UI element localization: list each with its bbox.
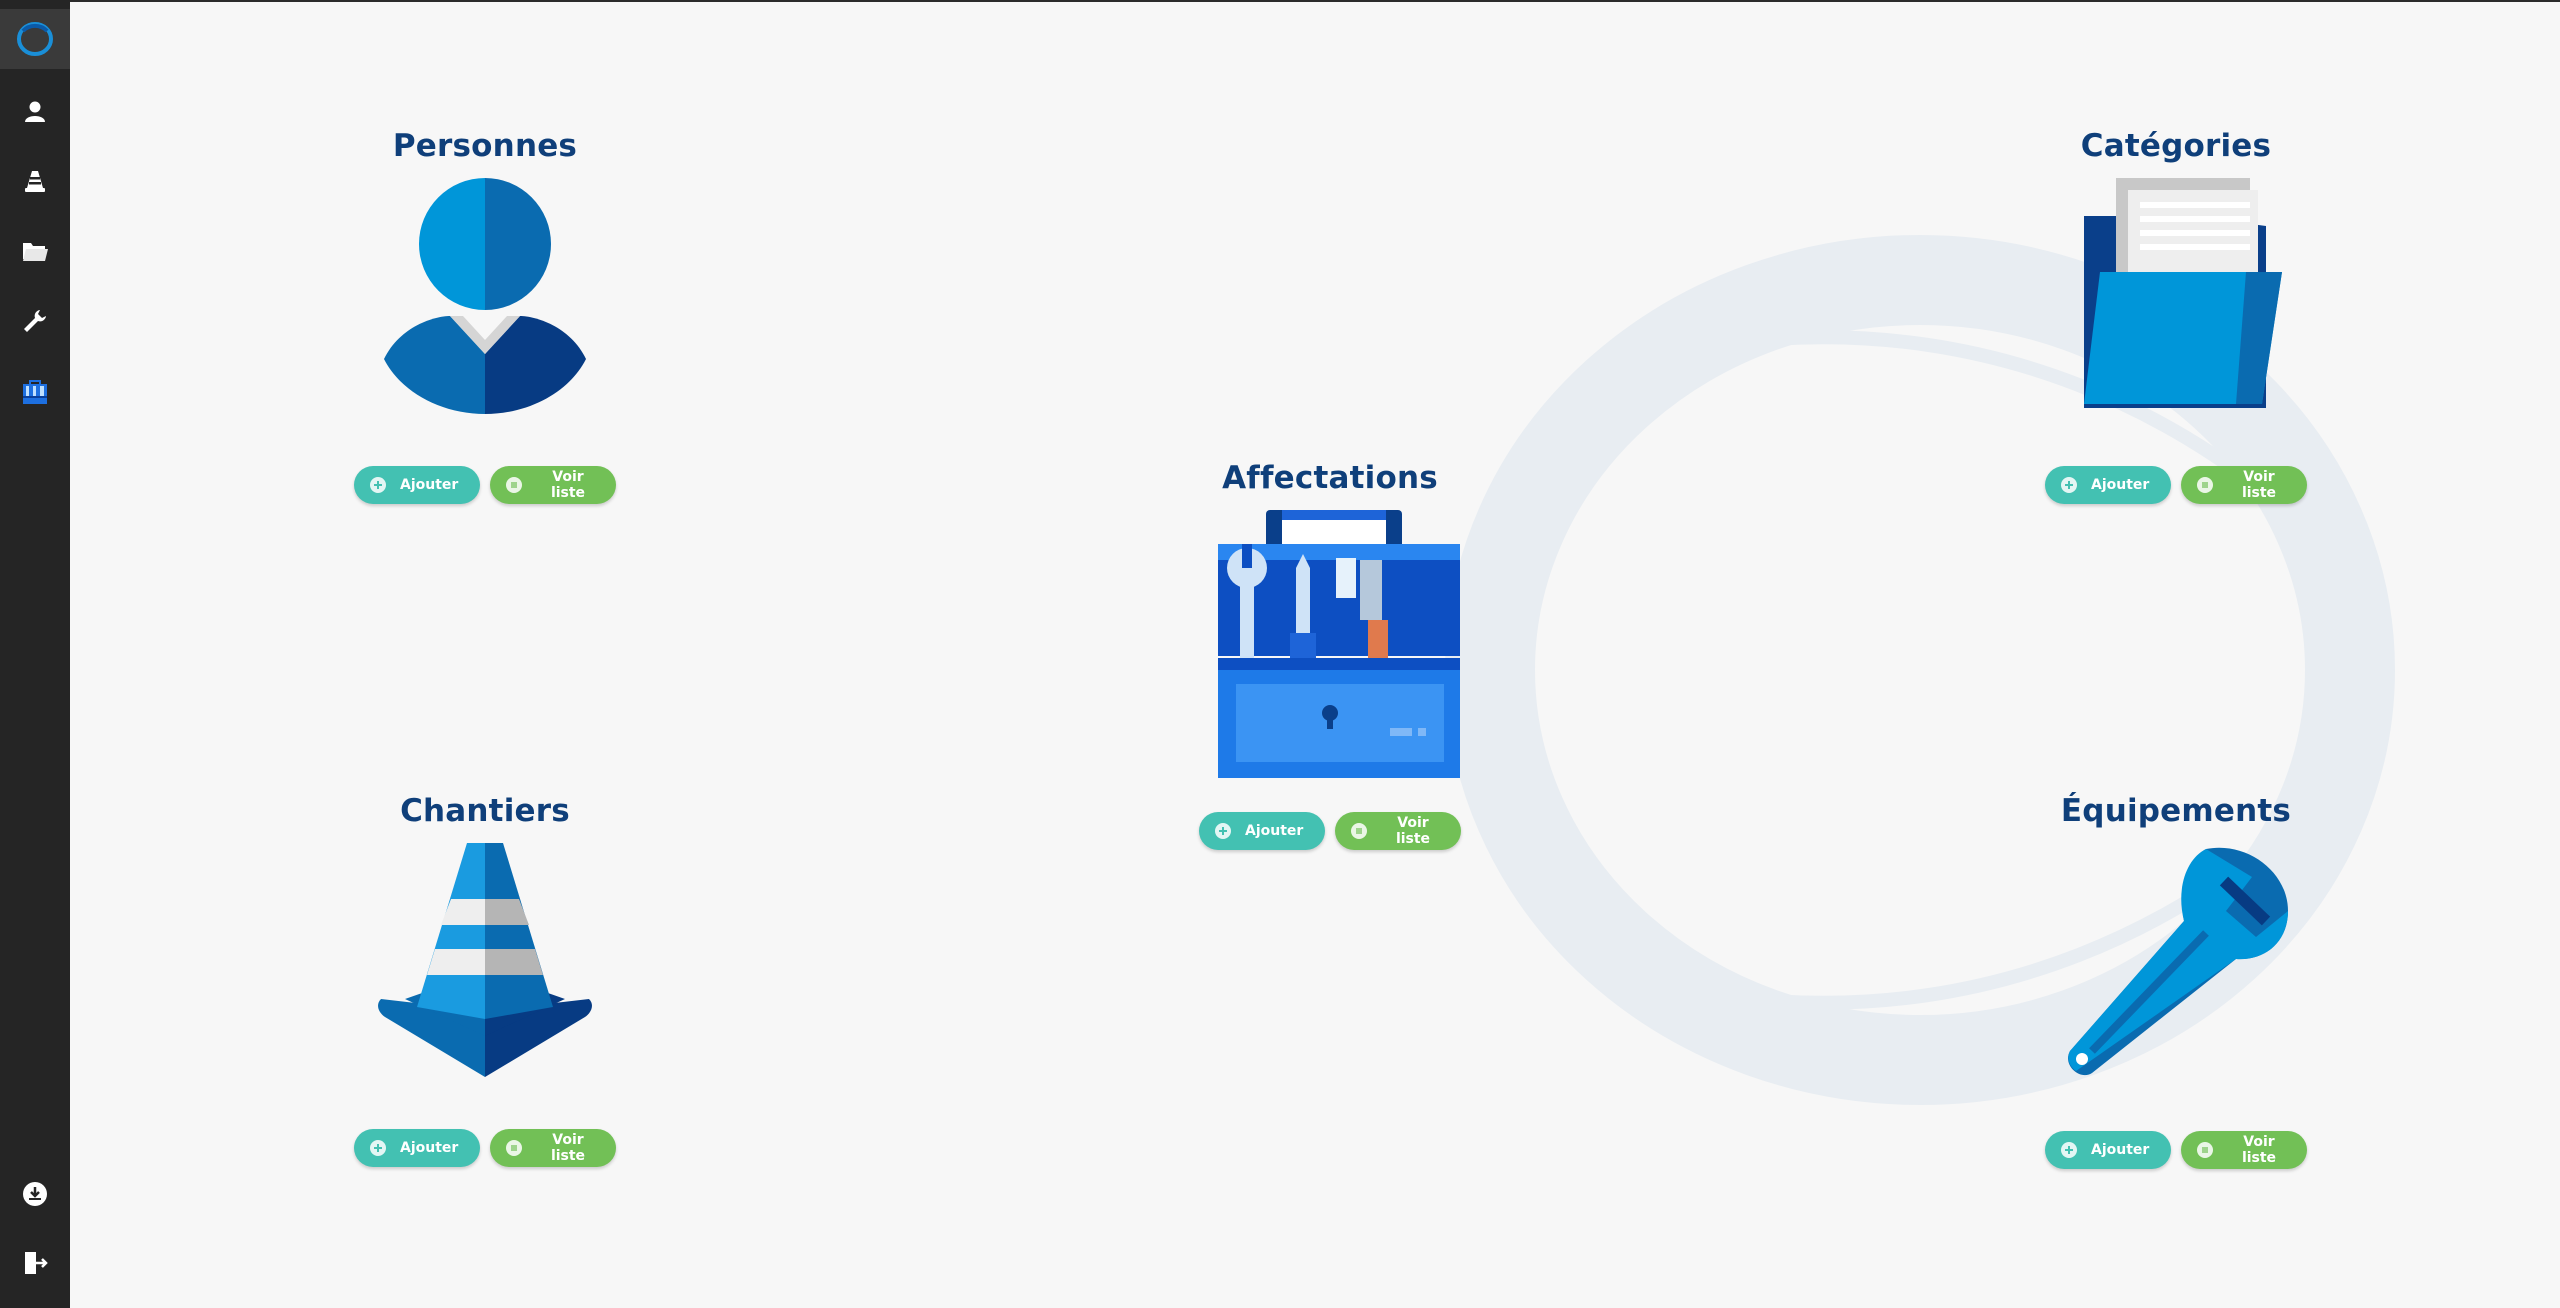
sidebar-item-equipements[interactable] <box>0 291 70 351</box>
download-icon <box>23 1182 47 1206</box>
tile-title-personnes: Personnes <box>392 128 578 164</box>
tile-title-chantiers: Chantiers <box>400 793 570 829</box>
app-logo-icon <box>17 22 53 56</box>
sidebar-item-home[interactable] <box>0 9 70 69</box>
traffic-cone-icon <box>25 171 45 192</box>
list-button-affectations[interactable]: Voir liste <box>1335 812 1461 850</box>
sidebar-item-logout[interactable] <box>0 1233 70 1293</box>
sidebar-item-affectations[interactable] <box>0 363 70 423</box>
logout-icon <box>25 1252 48 1274</box>
list-button-label: Voir liste <box>1395 815 1431 847</box>
tile-chantiers: Chantiers Ajouter Voir liste <box>325 793 645 1167</box>
user-icon <box>25 101 45 122</box>
plus-circle-icon <box>2061 1142 2077 1158</box>
tile-categories: Catégories Ajouter Voir liste <box>2016 128 2336 504</box>
add-button-affectations[interactable]: Ajouter <box>1199 812 1325 850</box>
tile-personnes: Personnes Ajouter Voir liste <box>325 128 645 504</box>
list-button-label: Voir liste <box>550 1132 586 1164</box>
sidebar-item-personnes[interactable] <box>0 81 70 141</box>
list-circle-icon <box>2197 1142 2213 1158</box>
traffic-cone-icon <box>378 843 592 1077</box>
toolbox-icon <box>1218 510 1460 778</box>
top-border <box>0 0 2560 2</box>
add-button-label: Ajouter <box>400 1140 459 1156</box>
add-button-label: Ajouter <box>2091 477 2150 493</box>
add-button-equipements[interactable]: Ajouter <box>2045 1131 2171 1169</box>
add-button-label: Ajouter <box>2091 1142 2150 1158</box>
wrench-icon <box>24 310 46 332</box>
wrench-icon <box>2068 847 2288 1076</box>
list-button-label: Voir liste <box>2241 469 2277 501</box>
list-circle-icon <box>506 1140 522 1156</box>
list-button-label: Voir liste <box>2241 1134 2277 1166</box>
add-button-categories[interactable]: Ajouter <box>2045 466 2171 504</box>
list-circle-icon <box>2197 477 2213 493</box>
tile-title-equipements: Équipements <box>2060 793 2292 829</box>
person-icon <box>384 178 586 414</box>
list-button-personnes[interactable]: Voir liste <box>490 466 616 504</box>
plus-circle-icon <box>1215 823 1231 839</box>
list-button-categories[interactable]: Voir liste <box>2181 466 2307 504</box>
tile-affectations: Affectations Ajouter Voir liste <box>1170 460 1490 850</box>
add-button-personnes[interactable]: Ajouter <box>354 466 480 504</box>
list-button-label: Voir liste <box>550 469 586 501</box>
tile-title-categories: Catégories <box>2080 128 2272 164</box>
toolbox-icon <box>23 380 47 404</box>
list-button-equipements[interactable]: Voir liste <box>2181 1131 2307 1169</box>
sidebar-item-download[interactable] <box>0 1164 70 1224</box>
list-circle-icon <box>1351 823 1367 839</box>
add-button-label: Ajouter <box>400 477 459 493</box>
sidebar <box>0 0 70 1308</box>
add-button-chantiers[interactable]: Ajouter <box>354 1129 480 1167</box>
folder-documents-icon <box>2084 178 2282 408</box>
plus-circle-icon <box>370 1140 386 1156</box>
plus-circle-icon <box>370 477 386 493</box>
sidebar-item-chantiers[interactable] <box>0 151 70 211</box>
add-button-label: Ajouter <box>1245 823 1304 839</box>
list-button-chantiers[interactable]: Voir liste <box>490 1129 616 1167</box>
plus-circle-icon <box>2061 477 2077 493</box>
tile-equipements: Équipements Ajouter Voir liste <box>2016 793 2336 1169</box>
tile-title-affectations: Affectations <box>1222 460 1438 496</box>
list-circle-icon <box>506 477 522 493</box>
folder-icon <box>23 243 48 261</box>
sidebar-item-categories[interactable] <box>0 221 70 281</box>
